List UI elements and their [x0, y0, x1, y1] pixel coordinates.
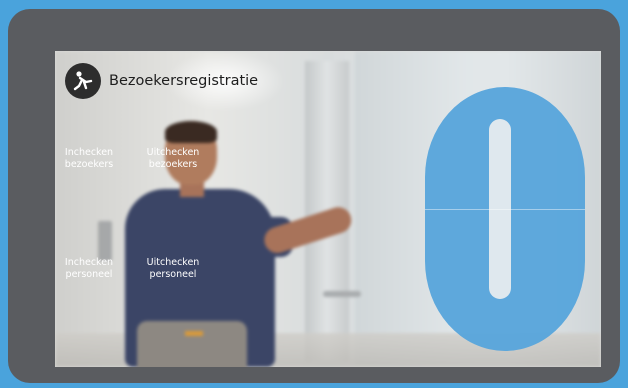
checkin-staff-button[interactable]: Inchecken personeel: [57, 257, 121, 281]
kiosk-screen: Bezoekersregistratie Inchecken bezoekers…: [55, 51, 601, 367]
person-walking-icon: [65, 63, 101, 99]
app-header: Bezoekersregistratie: [65, 63, 258, 99]
checkout-visitors-button[interactable]: Uitchecken bezoekers: [141, 147, 205, 171]
page-title: Bezoekersregistratie: [109, 73, 259, 89]
checkout-staff-button[interactable]: Uitchecken personeel: [141, 257, 205, 281]
menu-divider: [425, 209, 585, 210]
checkin-menu: [425, 87, 585, 351]
tablet-frame: Bezoekersregistratie Inchecken bezoekers…: [8, 9, 620, 383]
checkin-visitors-button[interactable]: Inchecken bezoekers: [57, 147, 121, 171]
